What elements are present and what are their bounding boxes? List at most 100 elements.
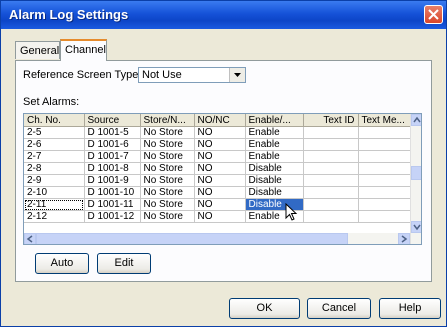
- cell-source[interactable]: D 1001-8: [84, 162, 141, 175]
- cell-text-message[interactable]: [358, 174, 411, 187]
- tab-channel-label: Channel: [65, 44, 106, 56]
- cell-source[interactable]: D 1001-10: [84, 186, 141, 199]
- table-row[interactable]: 2-7 D 1001-7 No Store NO Enable: [24, 150, 411, 163]
- col-header-ch-no[interactable]: Ch. No.: [24, 114, 85, 127]
- cell-text-id[interactable]: [303, 198, 359, 211]
- cell-source[interactable]: D 1001-12: [84, 210, 141, 223]
- cell-ch-no[interactable]: 2-10: [24, 186, 85, 199]
- table-row[interactable]: 2-6 D 1001-6 No Store NO Enable: [24, 138, 411, 151]
- scroll-up-icon[interactable]: [411, 114, 421, 126]
- cell-nonc[interactable]: NO: [194, 198, 246, 211]
- cell-store[interactable]: No Store: [140, 162, 195, 175]
- cell-source[interactable]: D 1001-9: [84, 174, 141, 187]
- cell-nonc[interactable]: NO: [194, 138, 246, 151]
- cell-nonc[interactable]: NO: [194, 210, 246, 223]
- cell-ch-no[interactable]: 2-9: [24, 174, 85, 187]
- cell-enable[interactable]: Enable: [245, 150, 304, 163]
- col-header-nonc[interactable]: NO/NC: [194, 114, 246, 127]
- cell-nonc[interactable]: NO: [194, 162, 246, 175]
- cell-nonc[interactable]: NO: [194, 126, 246, 139]
- cell-enable[interactable]: Enable: [245, 138, 304, 151]
- cell-text-id[interactable]: [303, 150, 359, 163]
- horizontal-scroll-thumb[interactable]: [36, 233, 348, 244]
- col-header-text-id[interactable]: Text ID: [303, 114, 359, 127]
- cell-store[interactable]: No Store: [140, 126, 195, 139]
- cell-text-message[interactable]: [358, 138, 411, 151]
- col-header-source[interactable]: Source: [84, 114, 141, 127]
- scroll-left-icon[interactable]: [24, 233, 36, 244]
- tab-general-label: General: [20, 45, 60, 57]
- cancel-button-label: Cancel: [321, 302, 357, 314]
- edit-button[interactable]: Edit: [97, 253, 151, 274]
- cancel-button[interactable]: Cancel: [307, 298, 371, 319]
- ok-button-label: OK: [256, 302, 273, 314]
- cell-text-id[interactable]: [303, 162, 359, 175]
- tab-general[interactable]: General: [15, 41, 60, 59]
- cell-enable[interactable]: Enable: [245, 126, 304, 139]
- cell-source[interactable]: D 1001-7: [84, 150, 141, 163]
- cell-store[interactable]: No Store: [140, 174, 195, 187]
- cell-ch-no[interactable]: 2-6: [24, 138, 85, 151]
- cell-text-id[interactable]: [303, 126, 359, 139]
- cell-nonc[interactable]: NO: [194, 186, 246, 199]
- cell-text-id[interactable]: [303, 186, 359, 199]
- reference-screen-type-label: Reference Screen Type:: [23, 69, 142, 81]
- table-row-selected[interactable]: 2-11 D 1001-11 No Store NO Disable: [24, 198, 411, 211]
- reference-screen-type-value: Not Use: [142, 69, 182, 81]
- scroll-down-icon[interactable]: [411, 221, 421, 233]
- cell-text-message[interactable]: [358, 198, 411, 211]
- cell-ch-no[interactable]: 2-7: [24, 150, 85, 163]
- cell-ch-no[interactable]: 2-5: [24, 126, 85, 139]
- cell-ch-no[interactable]: 2-11: [24, 198, 85, 211]
- reference-screen-type-select[interactable]: Not Use: [138, 67, 246, 83]
- auto-button-label: Auto: [50, 257, 74, 269]
- cell-ch-no[interactable]: 2-8: [24, 162, 85, 175]
- cell-store[interactable]: No Store: [140, 198, 195, 211]
- table-row[interactable]: 2-8 D 1001-8 No Store NO Disable: [24, 162, 411, 175]
- title-bar[interactable]: Alarm Log Settings: [1, 1, 446, 29]
- alarms-table[interactable]: Ch. No. Source Store/N... NO/NC Enable/.…: [23, 113, 422, 245]
- mouse-cursor-icon: [285, 203, 298, 221]
- cell-enable[interactable]: Disable: [245, 174, 304, 187]
- dropdown-arrow-icon[interactable]: [229, 68, 245, 82]
- cell-store[interactable]: No Store: [140, 210, 195, 223]
- cell-source[interactable]: D 1001-6: [84, 138, 141, 151]
- cell-text-message[interactable]: [358, 210, 411, 223]
- table-row[interactable]: 2-9 D 1001-9 No Store NO Disable: [24, 174, 411, 187]
- cell-ch-no[interactable]: 2-12: [24, 210, 85, 223]
- horizontal-scrollbar[interactable]: [24, 233, 410, 244]
- cell-store[interactable]: No Store: [140, 150, 195, 163]
- table-row[interactable]: 2-5 D 1001-5 No Store NO Enable: [24, 126, 411, 139]
- edit-button-label: Edit: [114, 257, 134, 269]
- cell-text-id[interactable]: [303, 174, 359, 187]
- cell-enable[interactable]: Disable: [245, 186, 304, 199]
- ok-button[interactable]: OK: [229, 298, 300, 319]
- cell-source[interactable]: D 1001-11: [84, 198, 141, 211]
- close-button[interactable]: [424, 5, 443, 24]
- cell-nonc[interactable]: NO: [194, 150, 246, 163]
- table-row[interactable]: 2-10 D 1001-10 No Store NO Disable: [24, 186, 411, 199]
- cell-text-id[interactable]: [303, 210, 359, 223]
- cell-text-id[interactable]: [303, 138, 359, 151]
- cell-enable[interactable]: Disable: [245, 162, 304, 175]
- vertical-scrollbar[interactable]: [410, 114, 421, 244]
- cell-text-message[interactable]: [358, 186, 411, 199]
- col-header-store[interactable]: Store/N...: [140, 114, 195, 127]
- cell-source[interactable]: D 1001-5: [84, 126, 141, 139]
- auto-button[interactable]: Auto: [35, 253, 89, 274]
- table-row[interactable]: 2-12 D 1001-12 No Store NO Enable: [24, 210, 411, 223]
- dialog-window: Alarm Log Settings General Channel Refer…: [0, 0, 447, 327]
- cell-nonc[interactable]: NO: [194, 174, 246, 187]
- cell-text-message[interactable]: [358, 126, 411, 139]
- col-header-enable[interactable]: Enable/...: [245, 114, 304, 127]
- tab-channel[interactable]: Channel: [60, 39, 107, 61]
- cell-text-message[interactable]: [358, 162, 411, 175]
- vertical-scroll-thumb[interactable]: [411, 166, 421, 180]
- table-header-row: Ch. No. Source Store/N... NO/NC Enable/.…: [24, 114, 411, 127]
- cell-store[interactable]: No Store: [140, 138, 195, 151]
- col-header-text-message[interactable]: Text Me...: [358, 114, 411, 127]
- cell-store[interactable]: No Store: [140, 186, 195, 199]
- scroll-right-icon[interactable]: [398, 233, 410, 244]
- help-button[interactable]: Help: [379, 298, 441, 319]
- cell-text-message[interactable]: [358, 150, 411, 163]
